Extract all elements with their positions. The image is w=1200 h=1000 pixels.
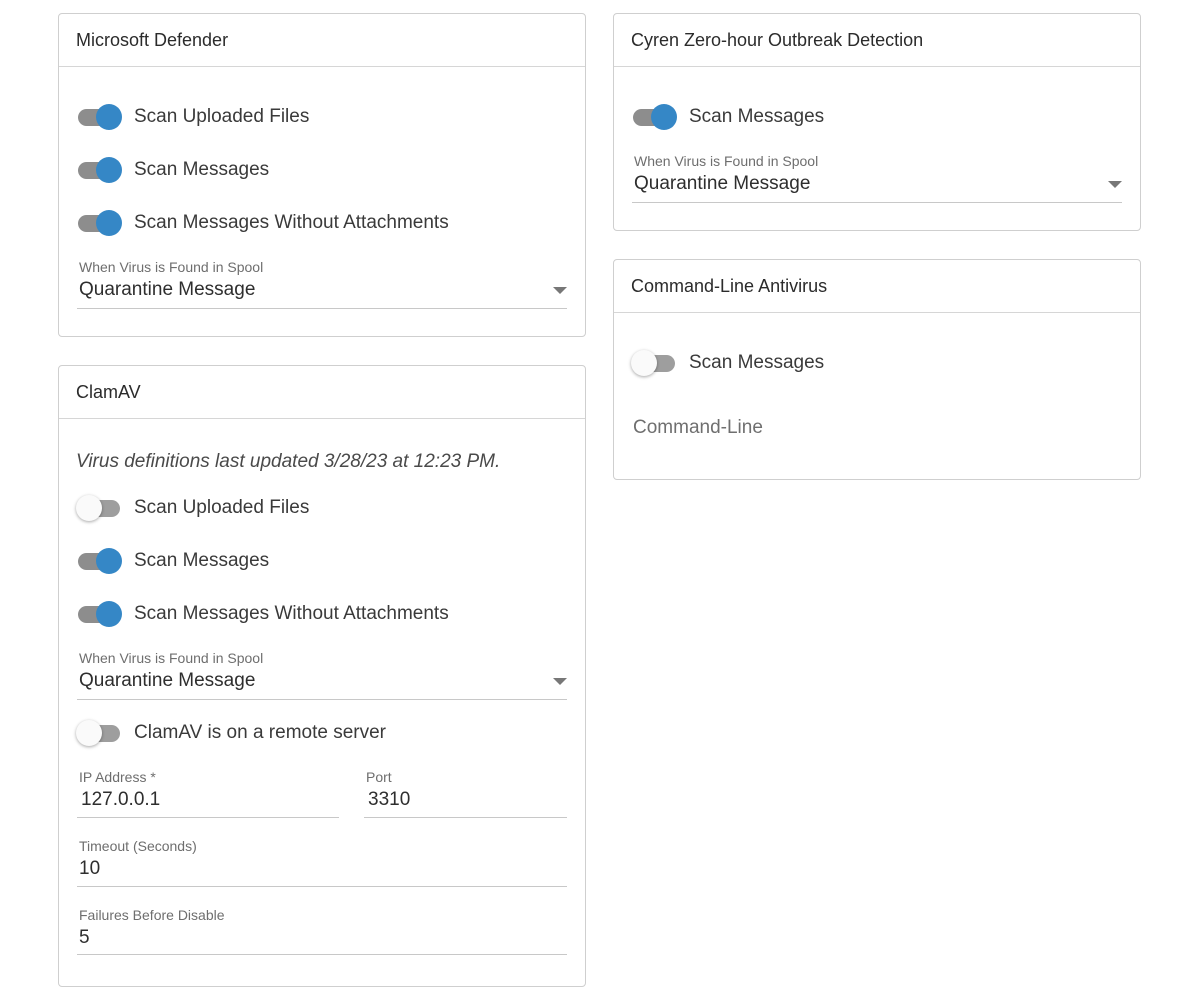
toggle-label: Scan Messages	[134, 550, 270, 571]
field-label: When Virus is Found in Spool	[634, 153, 819, 169]
toggle-scan-uploaded-files[interactable]: Scan Uploaded Files	[76, 493, 309, 523]
toggle-scan-messages-without-attachments[interactable]: Scan Messages Without Attachments	[76, 599, 449, 629]
field-label: Port	[366, 769, 392, 785]
card-title: ClamAV	[59, 366, 585, 419]
card-title: Microsoft Defender	[59, 14, 585, 67]
toggle-label: Scan Messages Without Attachments	[134, 603, 449, 624]
toggle-scan-messages[interactable]: Scan Messages	[631, 102, 824, 132]
toggle-scan-messages[interactable]: Scan Messages	[76, 155, 269, 185]
toggle-scan-messages[interactable]: Scan Messages	[631, 348, 824, 378]
select-value: Quarantine Message	[79, 670, 256, 691]
toggle-switch[interactable]	[76, 155, 122, 185]
field-label: When Virus is Found in Spool	[79, 259, 264, 275]
toggle-label: Scan Messages	[689, 352, 825, 373]
field-value[interactable]: 3310	[368, 789, 410, 811]
chevron-down-icon[interactable]	[553, 678, 567, 685]
toggle-label: Scan Messages	[134, 159, 270, 180]
toggle-switch[interactable]	[631, 348, 677, 378]
toggle-scan-messages-without-attachments[interactable]: Scan Messages Without Attachments	[76, 208, 449, 238]
field-label: When Virus is Found in Spool	[79, 650, 264, 666]
ip-address-field[interactable]: IP Address * 127.0.0.1	[77, 767, 339, 818]
spool-action-select[interactable]: When Virus is Found in Spool Quarantine …	[632, 151, 1122, 203]
definitions-updated-note: Virus definitions last updated 3/28/23 a…	[76, 451, 501, 472]
select-value: Quarantine Message	[79, 279, 256, 300]
field-value[interactable]: 5	[79, 927, 90, 949]
toggle-switch[interactable]	[76, 599, 122, 629]
toggle-label: Scan Uploaded Files	[134, 106, 310, 127]
chevron-down-icon[interactable]	[1108, 181, 1122, 188]
toggle-scan-messages[interactable]: Scan Messages	[76, 546, 269, 576]
cyren-card: Cyren Zero-hour Outbreak Detection Scan …	[613, 13, 1141, 231]
field-value[interactable]: 127.0.0.1	[81, 789, 160, 811]
port-field[interactable]: Port 3310	[364, 767, 567, 818]
card-title: Cyren Zero-hour Outbreak Detection	[614, 14, 1140, 67]
timeout-field[interactable]: Timeout (Seconds) 10	[77, 836, 567, 887]
toggle-label: Scan Messages	[689, 106, 825, 127]
spool-action-select[interactable]: When Virus is Found in Spool Quarantine …	[77, 648, 567, 700]
toggle-scan-uploaded-files[interactable]: Scan Uploaded Files	[76, 102, 309, 132]
select-value: Quarantine Message	[634, 173, 811, 194]
card-title: Command-Line Antivirus	[614, 260, 1140, 313]
field-value[interactable]: 10	[79, 858, 100, 880]
toggle-remote-server[interactable]: ClamAV is on a remote server	[76, 718, 386, 748]
toggle-label: Scan Messages Without Attachments	[134, 212, 449, 233]
toggle-switch[interactable]	[76, 546, 122, 576]
command-line-input[interactable]: Command-Line	[633, 417, 763, 439]
command-line-antivirus-card: Command-Line Antivirus Scan Messages Com…	[613, 259, 1141, 480]
toggle-switch[interactable]	[76, 102, 122, 132]
microsoft-defender-card: Microsoft Defender Scan Uploaded Files S…	[58, 13, 586, 337]
toggle-label: ClamAV is on a remote server	[134, 722, 387, 743]
failures-before-disable-field[interactable]: Failures Before Disable 5	[77, 905, 567, 955]
clamav-card: ClamAV Virus definitions last updated 3/…	[58, 365, 586, 987]
spool-action-select[interactable]: When Virus is Found in Spool Quarantine …	[77, 257, 567, 309]
toggle-switch[interactable]	[76, 208, 122, 238]
field-label: Failures Before Disable	[79, 907, 225, 923]
field-label: IP Address *	[79, 769, 156, 785]
toggle-label: Scan Uploaded Files	[134, 497, 310, 518]
toggle-switch[interactable]	[631, 102, 677, 132]
chevron-down-icon[interactable]	[553, 287, 567, 294]
toggle-switch[interactable]	[76, 493, 122, 523]
field-label: Timeout (Seconds)	[79, 838, 197, 854]
toggle-switch[interactable]	[76, 718, 122, 748]
